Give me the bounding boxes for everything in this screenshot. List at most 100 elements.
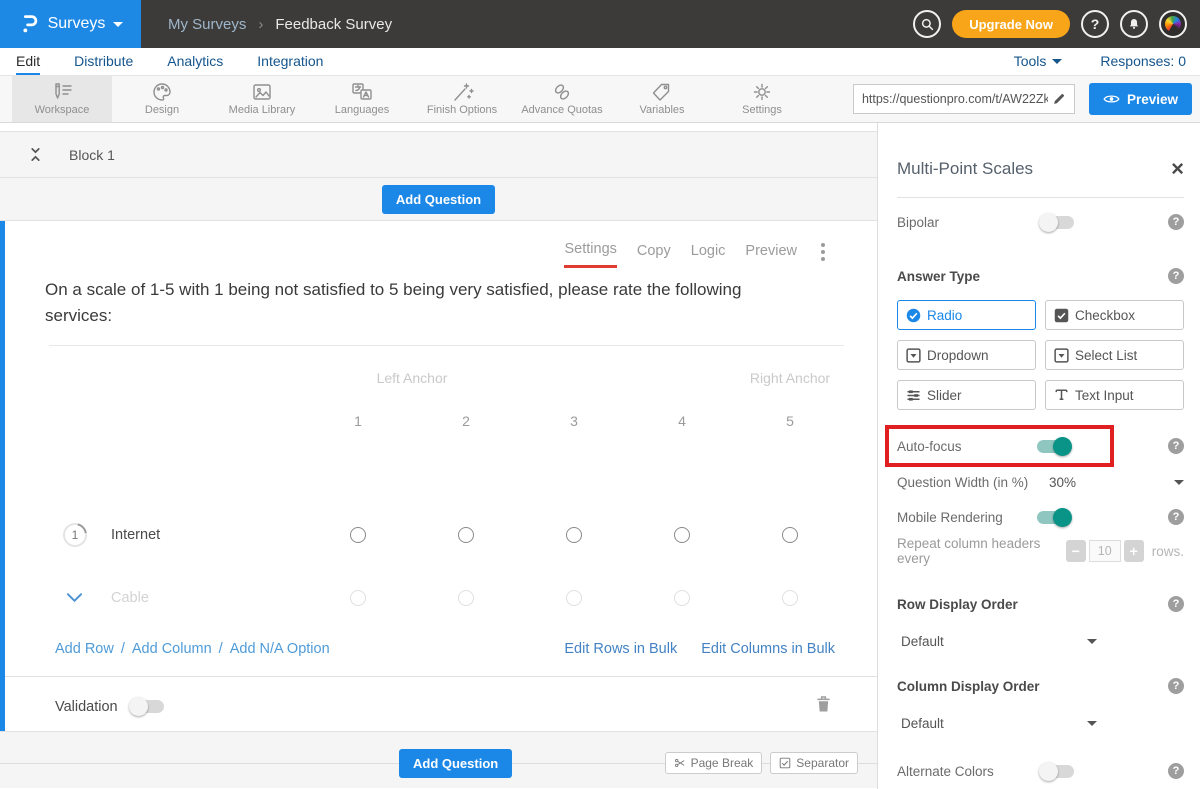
radio-cable-5[interactable]	[782, 590, 798, 606]
delete-question-button[interactable]	[816, 695, 831, 718]
tool-finish-options[interactable]: Finish Options	[412, 76, 512, 122]
notifications-button[interactable]	[1120, 10, 1148, 38]
tool-languages[interactable]: Languages	[312, 76, 412, 122]
separator-button[interactable]: Separator	[770, 752, 858, 774]
answer-type-slider[interactable]: Slider	[897, 380, 1036, 410]
edit-url-button[interactable]	[1048, 88, 1070, 110]
radio-cable-4[interactable]	[674, 590, 690, 606]
row-display-order-select[interactable]: Default	[897, 634, 1097, 649]
answer-type-checkbox[interactable]: Checkbox	[1045, 300, 1184, 330]
answer-type-radio[interactable]: Radio	[897, 300, 1036, 330]
auto-focus-toggle[interactable]	[1037, 440, 1069, 453]
tool-workspace[interactable]: Workspace	[12, 76, 112, 122]
tools-menu[interactable]: Tools	[1014, 53, 1063, 69]
app-logo-surveys-menu[interactable]: Surveys	[0, 0, 141, 48]
help-icon[interactable]: ?	[1168, 438, 1184, 454]
breadcrumb-my-surveys[interactable]: My Surveys	[168, 16, 246, 33]
scale-column-1[interactable]: 1	[304, 413, 412, 429]
scale-column-2[interactable]: 2	[412, 413, 520, 429]
page-break-button[interactable]: Page Break	[665, 752, 763, 774]
add-question-strip-top: Add Question	[0, 178, 877, 221]
help-icon[interactable]: ?	[1168, 596, 1184, 612]
radio-cable-2[interactable]	[458, 590, 474, 606]
radio-cable-3[interactable]	[566, 590, 582, 606]
scissors-icon	[674, 757, 686, 769]
mobile-rendering-toggle[interactable]	[1037, 511, 1069, 524]
stepper-plus-button[interactable]: +	[1124, 540, 1144, 562]
survey-url-input[interactable]	[862, 92, 1048, 106]
stepper-value-input[interactable]	[1089, 540, 1121, 562]
tool-variables[interactable]: Variables	[612, 76, 712, 122]
validation-toggle[interactable]	[132, 700, 164, 713]
tool-media-library[interactable]: Media Library	[212, 76, 312, 122]
auto-focus-row: Auto-focus ?	[897, 434, 1184, 458]
block-title[interactable]: Block 1	[69, 147, 115, 163]
help-icon[interactable]: ?	[1168, 678, 1184, 694]
column-display-order-select[interactable]: Default	[897, 716, 1097, 731]
answer-type-text-input[interactable]: Text Input	[1045, 380, 1184, 410]
tab-integration[interactable]: Integration	[257, 53, 323, 75]
question-tab-settings[interactable]: Settings	[564, 241, 616, 268]
trash-icon	[816, 695, 831, 713]
scale-column-4[interactable]: 4	[628, 413, 736, 429]
radio-internet-2[interactable]	[458, 527, 474, 543]
answer-type-dropdown[interactable]: Dropdown	[897, 340, 1036, 370]
question-settings-panel: Multi-Point Scales × Bipolar ? Answer Ty…	[877, 123, 1200, 789]
topbar-actions: Upgrade Now ?	[913, 0, 1200, 48]
question-more-menu[interactable]	[821, 243, 825, 267]
chevron-down-icon[interactable]	[1174, 480, 1184, 485]
alternate-colors-toggle[interactable]	[1042, 765, 1074, 778]
matrix-links-row: Add Row / Add Column / Add N/A Option Ed…	[55, 641, 835, 657]
tool-settings[interactable]: Settings	[712, 76, 812, 122]
checkbox-icon	[1054, 308, 1069, 323]
left-anchor-label[interactable]: Left Anchor	[304, 370, 520, 386]
help-icon[interactable]: ?	[1168, 509, 1184, 525]
answer-type-grid: Radio Checkbox Dropdown Select List	[897, 300, 1184, 410]
radio-internet-1[interactable]	[350, 527, 366, 543]
collapse-block-button[interactable]	[28, 146, 43, 163]
search-button[interactable]	[913, 10, 941, 38]
help-icon[interactable]: ?	[1168, 214, 1184, 230]
help-icon[interactable]: ?	[1168, 763, 1184, 779]
radio-internet-3[interactable]	[566, 527, 582, 543]
scale-column-5[interactable]: 5	[736, 413, 844, 429]
edit-columns-in-bulk-link[interactable]: Edit Columns in Bulk	[701, 641, 835, 657]
stepper-minus-button[interactable]: −	[1066, 540, 1086, 562]
radio-internet-4[interactable]	[674, 527, 690, 543]
auto-focus-section: Auto-focus ?	[897, 434, 1184, 458]
chain-links-icon	[549, 82, 575, 102]
tab-edit[interactable]: Edit	[16, 53, 40, 75]
tool-advance-quotas[interactable]: Advance Quotas	[512, 76, 612, 122]
radio-internet-5[interactable]	[782, 527, 798, 543]
question-width-value[interactable]: 30%	[1049, 475, 1076, 490]
edit-rows-in-bulk-link[interactable]: Edit Rows in Bulk	[564, 641, 677, 657]
radio-cable-1[interactable]	[350, 590, 366, 606]
tab-distribute[interactable]: Distribute	[74, 53, 133, 75]
add-question-button-top[interactable]: Add Question	[382, 185, 495, 214]
question-tab-copy[interactable]: Copy	[637, 243, 671, 267]
questionpro-logo-icon	[18, 13, 40, 35]
add-question-button-bottom[interactable]: Add Question	[399, 749, 512, 778]
add-column-link[interactable]: Add Column	[132, 641, 212, 657]
close-panel-button[interactable]: ×	[1171, 160, 1184, 178]
question-text[interactable]: On a scale of 1-5 with 1 being not satis…	[5, 221, 877, 330]
right-anchor-label[interactable]: Right Anchor	[736, 370, 844, 386]
help-icon[interactable]: ?	[1168, 268, 1184, 284]
row-label-cable[interactable]: Cable	[111, 590, 149, 606]
bipolar-toggle[interactable]	[1042, 216, 1074, 229]
upgrade-now-button[interactable]: Upgrade Now	[952, 10, 1070, 38]
preview-button[interactable]: Preview	[1089, 83, 1192, 115]
help-button[interactable]: ?	[1081, 10, 1109, 38]
tool-design[interactable]: Design	[112, 76, 212, 122]
question-tab-preview[interactable]: Preview	[745, 243, 797, 267]
tab-analytics[interactable]: Analytics	[167, 53, 223, 75]
user-avatar[interactable]	[1159, 10, 1187, 38]
add-na-option-link[interactable]: Add N/A Option	[230, 641, 330, 657]
row-label-internet[interactable]: Internet	[111, 527, 160, 543]
add-row-link[interactable]: Add Row	[55, 641, 114, 657]
question-tab-logic[interactable]: Logic	[691, 243, 726, 267]
chevron-down-icon[interactable]	[66, 592, 83, 604]
question-width-label: Question Width (in %)	[897, 475, 1049, 490]
scale-column-3[interactable]: 3	[520, 413, 628, 429]
answer-type-select-list[interactable]: Select List	[1045, 340, 1184, 370]
